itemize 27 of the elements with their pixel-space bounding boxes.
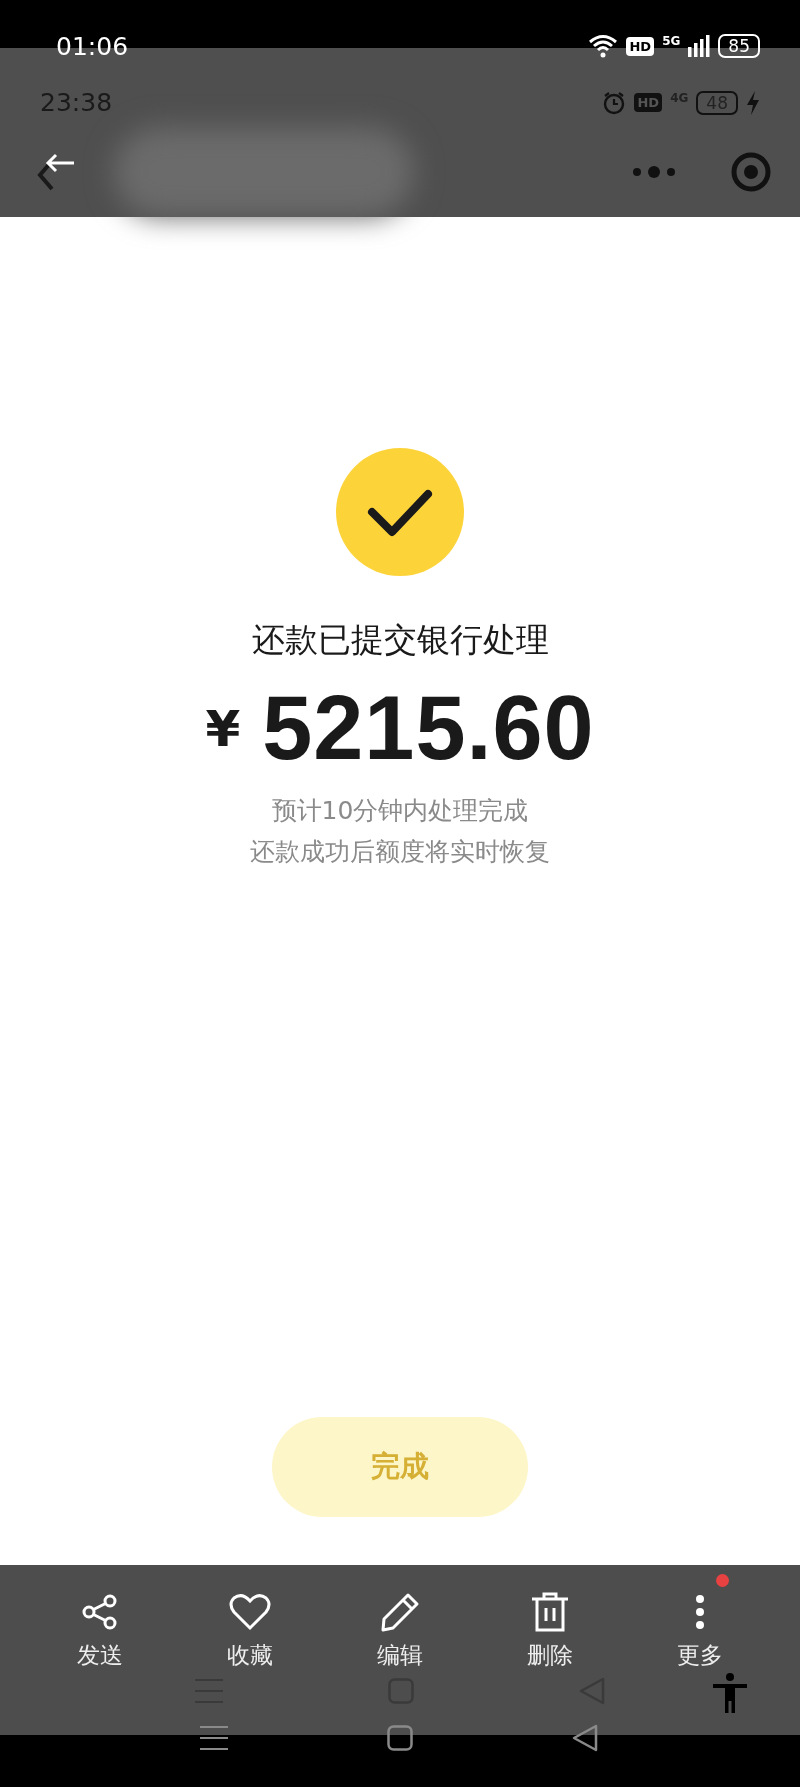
currency-symbol: ¥ [205, 699, 241, 758]
menu-icon[interactable] [200, 1725, 228, 1751]
hd-badge: HD [634, 93, 663, 112]
toolbar-label[interactable]: 收藏 [227, 1640, 273, 1671]
note-text: 预计10分钟内处理完成 [271, 795, 529, 827]
more-vertical-icon[interactable] [694, 1594, 706, 1630]
network-label: 5G [662, 34, 681, 48]
hd-badge: HD [626, 36, 655, 56]
status-time: 01:06 [56, 31, 129, 61]
result-title: 还款已提交银行处理 [251, 619, 549, 661]
home-icon[interactable] [387, 1725, 413, 1751]
trash-icon[interactable] [530, 1591, 570, 1633]
toolbar-label[interactable]: 删除 [527, 1640, 573, 1671]
toolbar-label[interactable]: 编辑 [377, 1640, 423, 1671]
charging-icon [746, 90, 760, 115]
amount-text: 5215.60 [262, 677, 595, 780]
note-text: 还款成功后额度将实时恢复 [250, 836, 550, 868]
signal-icon [688, 35, 711, 57]
alarm-icon [602, 90, 627, 115]
toolbar-label[interactable]: 更多 [677, 1640, 723, 1671]
back-icon[interactable] [572, 1724, 598, 1752]
pencil-icon[interactable] [380, 1592, 420, 1632]
heart-icon[interactable] [229, 1593, 271, 1631]
wifi-icon [588, 34, 619, 58]
notification-dot [716, 1574, 729, 1587]
success-check-icon [336, 448, 464, 576]
toolbar-label[interactable]: 发送 [77, 1640, 123, 1671]
